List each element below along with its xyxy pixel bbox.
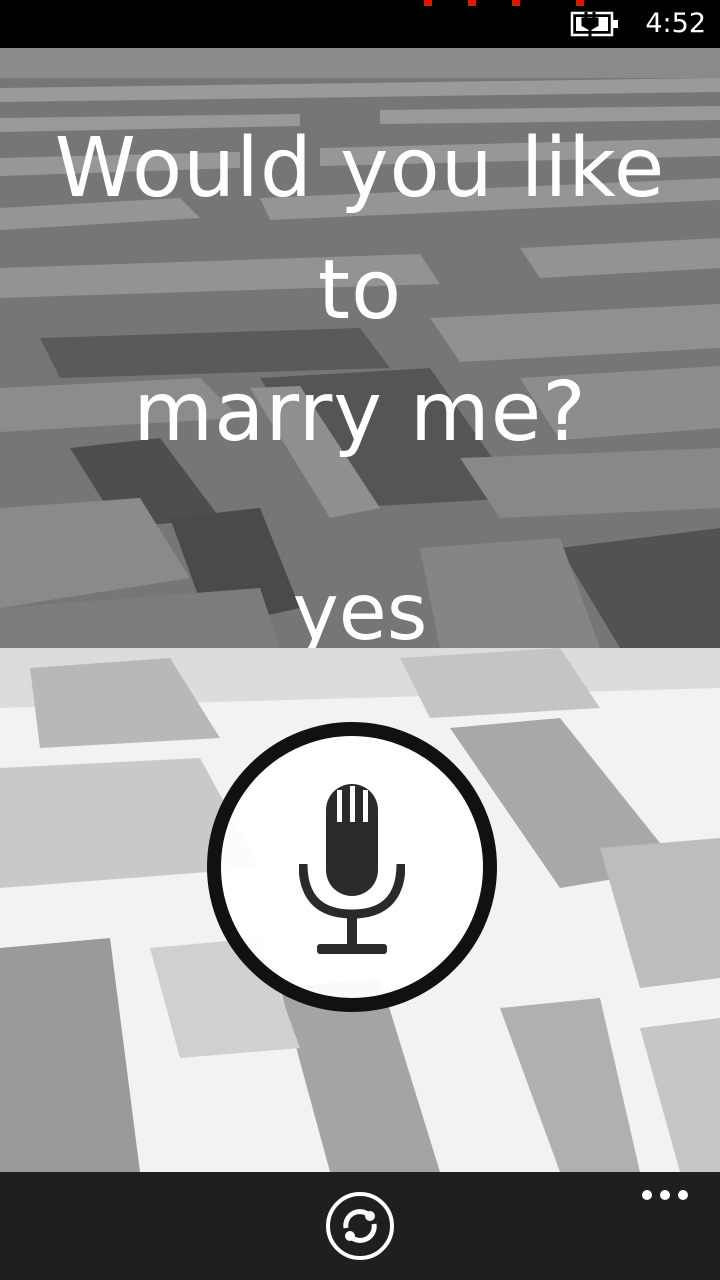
status-bar: 4:52 — [0, 0, 720, 48]
question-text: Would you like to marry me? — [0, 108, 720, 474]
more-options-button[interactable] — [640, 1182, 690, 1206]
screen: 4:52 Would you like to marry me? yes — [0, 0, 720, 1280]
app-bar — [0, 1172, 720, 1280]
ellipsis-icon — [660, 1190, 670, 1200]
ellipsis-icon — [642, 1190, 652, 1200]
question-panel: Would you like to marry me? yes — [0, 48, 720, 648]
ellipsis-icon — [678, 1190, 688, 1200]
microphone-button[interactable] — [207, 722, 497, 1012]
clock: 4:52 — [645, 8, 706, 39]
refresh-icon — [326, 1192, 394, 1260]
battery-charging-icon — [570, 10, 622, 38]
answer-text: yes — [292, 568, 428, 648]
loading-indicator — [420, 0, 590, 6]
microphone-icon — [299, 784, 405, 954]
question-line-1: Would you like to — [54, 121, 666, 338]
refresh-button[interactable] — [324, 1190, 396, 1262]
question-line-2: marry me? — [133, 365, 587, 460]
